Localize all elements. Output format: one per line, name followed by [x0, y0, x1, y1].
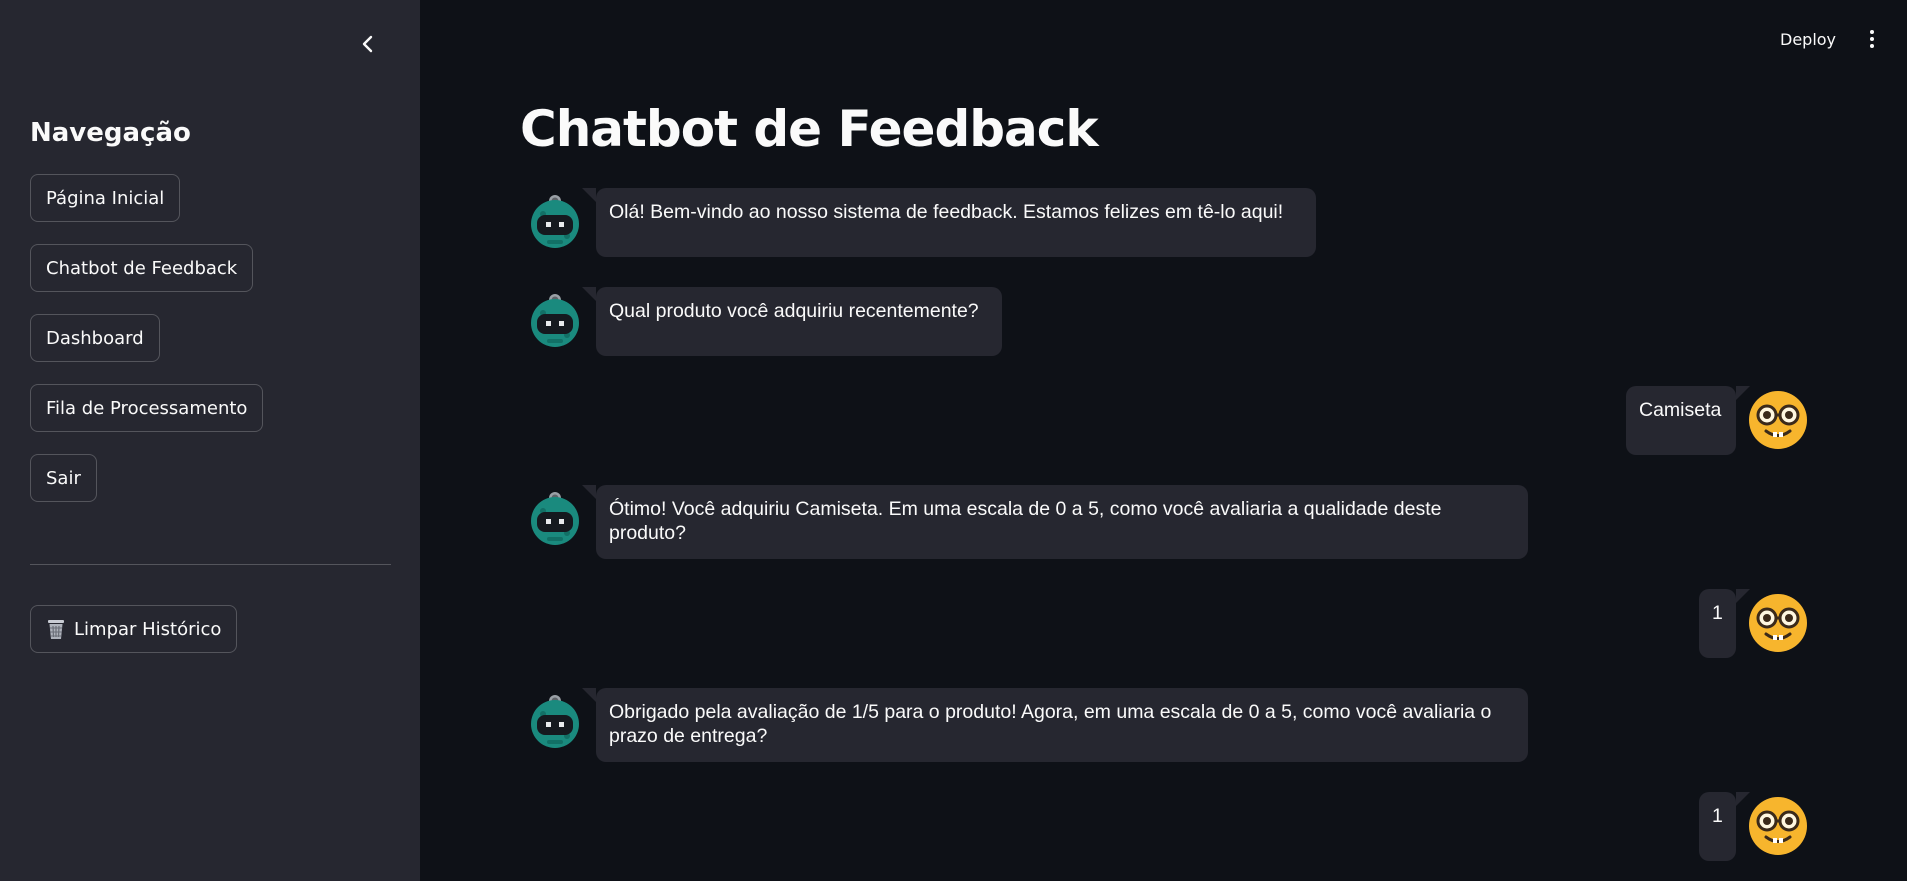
- robot-icon: [527, 489, 583, 545]
- sidebar: Navegação Página Inicial Chatbot de Feed…: [0, 0, 420, 881]
- nerd-face-icon: [1748, 390, 1807, 449]
- clear-history-button[interactable]: Limpar Histórico: [30, 605, 238, 653]
- user-message: 1: [1699, 792, 1750, 861]
- nav-button-label: Sair: [46, 467, 81, 489]
- wastebasket-icon: [46, 618, 66, 640]
- nav-heading: Navegação: [30, 118, 191, 148]
- collapse-sidebar-button[interactable]: [353, 29, 383, 59]
- nav-button-chatbot-de-feedback[interactable]: Chatbot de Feedback: [30, 244, 254, 292]
- message-text: 1: [1712, 602, 1723, 624]
- assistant-message: Ótimo! Você adquiriu Camiseta. Em uma es…: [582, 485, 1528, 559]
- robot-icon: [527, 291, 583, 347]
- nav-button-label: Fila de Processamento: [46, 397, 248, 419]
- nav-button-pagina-inicial[interactable]: Página Inicial: [30, 174, 181, 222]
- clear-history-label: Limpar Histórico: [74, 618, 222, 640]
- user-message: 1: [1699, 589, 1750, 658]
- page-title: Chatbot de Feedback: [520, 100, 1099, 158]
- nerd-face-icon: [1748, 796, 1807, 855]
- message-text: Obrigado pela avaliação de 1/5 para o pr…: [609, 701, 1492, 747]
- deploy-label: Deploy: [1780, 29, 1837, 49]
- message-text: Camiseta: [1639, 399, 1722, 421]
- user-message: Camiseta: [1626, 386, 1750, 455]
- nav-button-label: Dashboard: [46, 327, 144, 349]
- robot-icon: [527, 692, 583, 748]
- nav-button-label: Chatbot de Feedback: [46, 257, 238, 279]
- message-text: Ótimo! Você adquiriu Camiseta. Em uma es…: [609, 498, 1442, 544]
- assistant-message: Olá! Bem-vindo ao nosso sistema de feedb…: [582, 188, 1316, 257]
- robot-icon: [527, 192, 583, 248]
- nav-button-dashboard[interactable]: Dashboard: [30, 314, 160, 362]
- nerd-face-icon: [1748, 593, 1807, 652]
- nav-button-sair[interactable]: Sair: [30, 454, 97, 502]
- assistant-message: Obrigado pela avaliação de 1/5 para o pr…: [582, 688, 1528, 762]
- vertical-ellipsis-icon: [1870, 30, 1874, 34]
- sidebar-divider: [30, 564, 391, 565]
- message-text: Olá! Bem-vindo ao nosso sistema de feedb…: [609, 201, 1284, 223]
- deploy-button[interactable]: Deploy: [1780, 26, 1836, 52]
- nav-button-label: Página Inicial: [46, 187, 165, 209]
- message-text: Qual produto você adquiriu recentemente?: [609, 300, 979, 322]
- main-menu-button[interactable]: [1862, 26, 1882, 52]
- chevron-left-icon: [362, 35, 373, 53]
- assistant-message: Qual produto você adquiriu recentemente?: [582, 287, 1002, 356]
- nav-button-fila-de-processamento[interactable]: Fila de Processamento: [30, 384, 264, 432]
- message-text: 1: [1712, 805, 1723, 827]
